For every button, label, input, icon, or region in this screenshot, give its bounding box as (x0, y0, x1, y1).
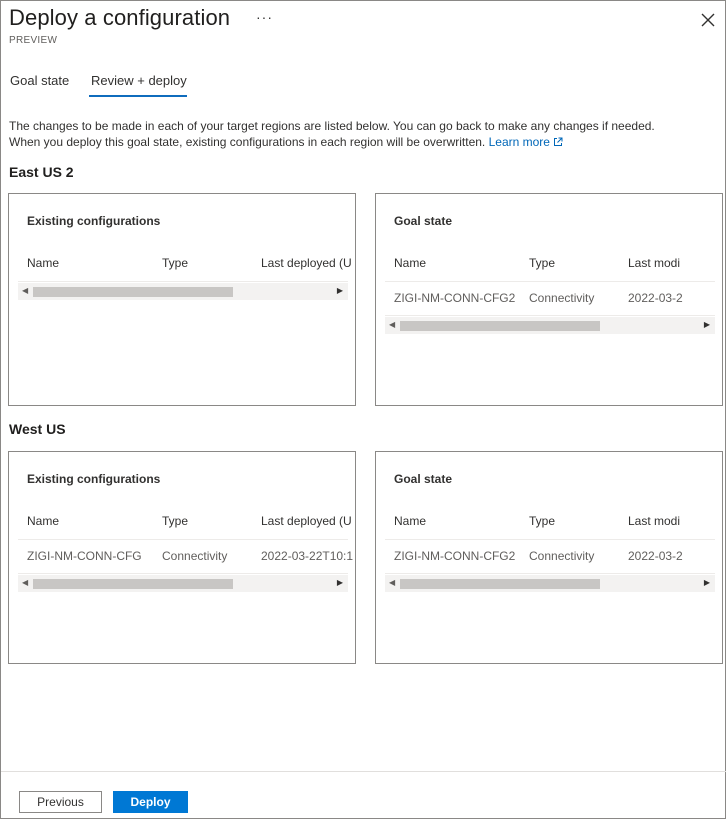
table-row[interactable]: ZIGI-NM-CONN-CFG2 Connectivity 2022-03-2 (385, 540, 715, 574)
active-tab-indicator (89, 95, 187, 97)
scroll-left-icon[interactable]: ◀ (389, 320, 395, 329)
column-header-type[interactable]: Type (162, 514, 257, 528)
cell-name: ZIGI-NM-CONN-CFG (27, 549, 142, 563)
external-link-icon[interactable] (553, 137, 563, 147)
description: The changes to be made in each of your t… (9, 118, 709, 150)
horizontal-scrollbar[interactable]: ◀ ▶ (385, 317, 715, 334)
deploy-button[interactable]: Deploy (113, 791, 188, 813)
tab-review-deploy[interactable]: Review + deploy (91, 73, 187, 88)
grid-header-row: Name Type Last modi (385, 506, 715, 540)
cell-type: Connectivity (529, 549, 595, 563)
grid-header-row: Name Type Last deployed (U (18, 248, 352, 282)
table-row[interactable]: ZIGI-NM-CONN-CFG Connectivity 2022-03-22… (18, 540, 353, 574)
column-header-type[interactable]: Type (529, 514, 624, 528)
goal-state-card: Goal state Name Type Last modi ZIGI-NM-C… (375, 451, 723, 664)
card-title: Goal state (394, 472, 453, 486)
region-title-west-us: West US (9, 421, 66, 437)
column-header-last-deployed[interactable]: Last deployed (U (261, 256, 355, 270)
description-line-2: When you deploy this goal state, existin… (9, 135, 486, 149)
preview-label: PREVIEW (9, 35, 58, 46)
cell-type: Connectivity (162, 549, 228, 563)
horizontal-scrollbar[interactable]: ◀ ▶ (385, 575, 715, 592)
goal-state-grid: Name Type Last modi ZIGI-NM-CONN-CFG2 Co… (385, 506, 715, 592)
existing-configurations-grid: Name Type Last deployed (U ◀ ▶ (18, 248, 352, 300)
grid-header-row: Name Type Last deployed (U (18, 506, 352, 540)
previous-button[interactable]: Previous (19, 791, 102, 813)
column-header-last-modified[interactable]: Last modi (628, 514, 722, 528)
goal-state-grid: Name Type Last modi ZIGI-NM-CONN-CFG2 Co… (385, 248, 715, 334)
scrollbar-thumb[interactable] (33, 287, 233, 297)
page-title: Deploy a configuration (9, 5, 231, 30)
scroll-right-icon[interactable]: ▶ (337, 578, 343, 587)
table-row[interactable]: ZIGI-NM-CONN-CFG2 Connectivity 2022-03-2 (385, 282, 715, 316)
grid-header-row: Name Type Last modi (385, 248, 715, 282)
card-title: Goal state (394, 214, 453, 228)
scroll-left-icon[interactable]: ◀ (22, 578, 28, 587)
more-options-icon[interactable]: ··· (256, 9, 273, 25)
blade-panel: Deploy a configuration ··· PREVIEW Goal … (0, 0, 726, 819)
scroll-left-icon[interactable]: ◀ (389, 578, 395, 587)
cell-last-modified: 2022-03-2 (628, 549, 683, 563)
column-header-name[interactable]: Name (27, 514, 157, 528)
region-title-east-us-2: East US 2 (9, 164, 74, 180)
cell-type: Connectivity (529, 291, 595, 305)
tab-goal-state[interactable]: Goal state (10, 73, 69, 88)
column-header-last-deployed[interactable]: Last deployed (U (261, 514, 355, 528)
card-title: Existing configurations (27, 472, 161, 486)
scroll-right-icon[interactable]: ▶ (337, 286, 343, 295)
column-header-name[interactable]: Name (27, 256, 157, 270)
learn-more-link[interactable]: Learn more (489, 135, 550, 149)
column-header-type[interactable]: Type (529, 256, 624, 270)
horizontal-scrollbar[interactable]: ◀ ▶ (18, 283, 348, 300)
column-header-last-modified[interactable]: Last modi (628, 256, 722, 270)
existing-configurations-grid: Name Type Last deployed (U ZIGI-NM-CONN-… (18, 506, 353, 592)
cell-last-deployed: 2022-03-22T10:1 (261, 549, 354, 563)
close-icon[interactable] (699, 11, 717, 29)
cell-name: ZIGI-NM-CONN-CFG2 (394, 291, 516, 305)
scroll-right-icon[interactable]: ▶ (704, 578, 710, 587)
scroll-left-icon[interactable]: ◀ (22, 286, 28, 295)
scrollbar-thumb[interactable] (400, 321, 600, 331)
cell-last-modified: 2022-03-2 (628, 291, 683, 305)
column-header-name[interactable]: Name (394, 514, 524, 528)
footer-bar: Previous Deploy (1, 771, 726, 819)
existing-configurations-card: Existing configurations Name Type Last d… (8, 193, 356, 406)
card-title: Existing configurations (27, 214, 161, 228)
horizontal-scrollbar[interactable]: ◀ ▶ (18, 575, 348, 592)
description-line-1: The changes to be made in each of your t… (9, 119, 655, 133)
tab-bar: Goal state Review + deploy (1, 67, 726, 99)
cell-name: ZIGI-NM-CONN-CFG2 (394, 549, 516, 563)
existing-configurations-card: Existing configurations Name Type Last d… (8, 451, 356, 664)
column-header-name[interactable]: Name (394, 256, 524, 270)
goal-state-card: Goal state Name Type Last modi ZIGI-NM-C… (375, 193, 723, 406)
scroll-right-icon[interactable]: ▶ (704, 320, 710, 329)
scrollbar-thumb[interactable] (400, 579, 600, 589)
column-header-type[interactable]: Type (162, 256, 257, 270)
scrollbar-thumb[interactable] (33, 579, 233, 589)
